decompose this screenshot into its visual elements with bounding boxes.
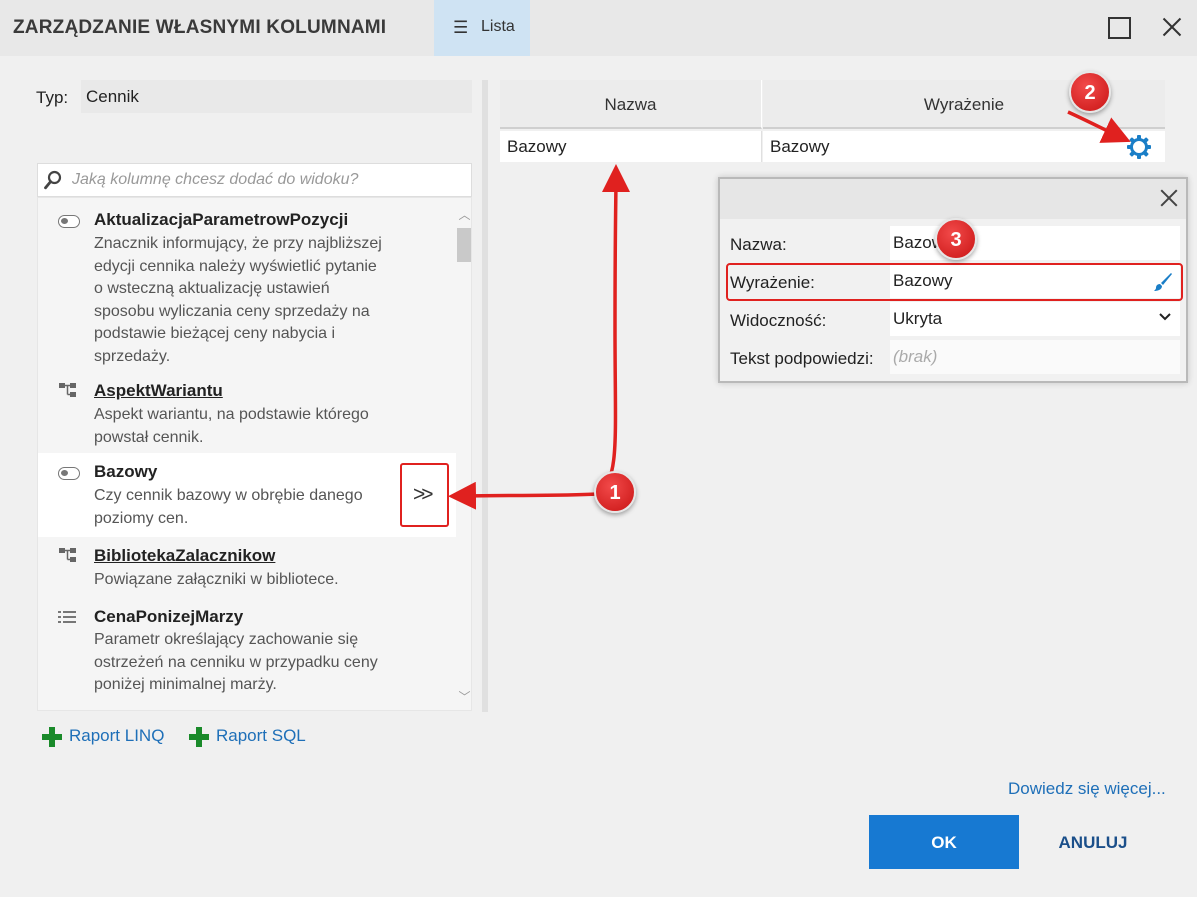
scroll-up-icon[interactable]: ︿: [457, 206, 471, 222]
chevron-down-icon[interactable]: [1158, 310, 1172, 324]
grid-cell-expression[interactable]: Bazowy: [763, 131, 1113, 162]
visibility-select[interactable]: Ukryta: [890, 302, 1180, 336]
list-item-description: powstał cennik.: [94, 428, 204, 446]
prop-label-visibility: Widoczność:: [730, 311, 827, 330]
double-chevron-right-icon: >>: [413, 483, 433, 506]
list-item-description: Aspekt wariantu, na podstawie którego: [94, 406, 369, 423]
list-item-description: o wsteczną aktualizację ustawień: [94, 280, 330, 297]
toggle-icon: [58, 215, 80, 228]
prop-label-expression: Wyrażenie:: [730, 273, 815, 292]
close-icon[interactable]: [1158, 187, 1180, 209]
expression-field[interactable]: Bazowy: [890, 264, 1180, 298]
list-item-description: Znacznik informujący, że przy najbliższe…: [94, 235, 382, 252]
selected-columns-grid: Nazwa Wyrażenie Bazowy Bazowy: [500, 80, 1165, 162]
list-item-description: Parametr określający zachowanie się: [94, 631, 359, 648]
raport-linq-label: Raport LINQ: [69, 726, 165, 745]
list-item-name: CenaPonizejMarzy: [94, 607, 244, 626]
brush-icon[interactable]: [1153, 272, 1173, 292]
list-item-description: poziomy cen.: [94, 509, 189, 527]
annotation-arrow: [597, 164, 630, 494]
list-item[interactable]: AspektWariantu Aspekt wariantu, na podst…: [38, 378, 456, 448]
add-column-button[interactable]: >>: [400, 463, 449, 527]
list-item[interactable]: BibliotekaZalacznikow Powiązane załączni…: [38, 543, 456, 593]
list-item-description: edycji cennika należy wyświetlić pytanie: [94, 257, 377, 275]
scrollbar-thumb[interactable]: [457, 228, 471, 262]
column-header-name[interactable]: Nazwa: [500, 80, 762, 129]
scroll-down-icon[interactable]: ﹀: [457, 688, 471, 704]
close-window-icon[interactable]: [1159, 14, 1185, 40]
list-item[interactable]: AktualizacjaParametrowPozycji Znacznik i…: [38, 206, 456, 371]
learn-more-link[interactable]: Dowiedz się więcej...: [1008, 779, 1166, 799]
grid-cell-name[interactable]: Bazowy: [500, 131, 762, 162]
tree-icon: [59, 548, 76, 562]
gear-icon: [1127, 135, 1151, 159]
raport-sql-label: Raport SQL: [216, 726, 306, 745]
annotation-badge: 1: [594, 471, 636, 513]
prop-label-tooltip: Tekst podpowiedzi:: [730, 349, 874, 368]
list-item-description: Czy cennik bazowy w obrębie danego: [94, 487, 363, 504]
column-settings-button[interactable]: [1113, 131, 1165, 162]
available-columns-list: AktualizacjaParametrowPozycji Znacznik i…: [37, 197, 472, 711]
plus-icon: [41, 726, 63, 748]
list-icon: [58, 611, 76, 623]
window-title: ZARZĄDZANIE WŁASNYMI KOLUMNAMI: [13, 17, 387, 38]
list-item-name: Bazowy: [94, 462, 158, 481]
plus-icon: [188, 726, 210, 748]
maximize-icon[interactable]: [1106, 14, 1132, 40]
popup-header: [720, 179, 1186, 219]
tooltip-field[interactable]: [890, 340, 1180, 374]
list-item-description: sposobu wyliczania ceny sprzedaży na: [94, 302, 370, 320]
list-item[interactable]: CenaPonizejMarzy Parametr określający za…: [38, 605, 456, 700]
cancel-button[interactable]: ANULUJ: [1043, 815, 1143, 869]
annotation-badge: 2: [1069, 71, 1111, 113]
list-item-name: AktualizacjaParametrowPozycji: [94, 210, 349, 229]
prop-label-name: Nazwa:: [730, 235, 787, 254]
list-item-description: poniżej minimalnej marży.: [94, 676, 277, 693]
list-item-name[interactable]: BibliotekaZalacznikow: [94, 546, 275, 566]
search-input[interactable]: [72, 168, 462, 192]
tree-icon: [59, 383, 76, 397]
name-field[interactable]: Bazowy: [890, 226, 1180, 260]
list-item-description: podstawie bieżącej ceny nabycia i: [94, 325, 336, 342]
type-value: Cennik: [81, 80, 472, 113]
list-item-selected[interactable]: Bazowy Czy cennik bazowy w obrębie daneg…: [38, 453, 456, 537]
toggle-icon: [58, 467, 80, 480]
list-item-description: ostrzeżeń na cenniku w przypadku ceny: [94, 653, 378, 671]
search-icon: [44, 170, 62, 190]
list-item-description: Powiązane załączniki w bibliotece.: [94, 571, 339, 588]
list-item-description: sprzedaży.: [94, 347, 171, 365]
panel-splitter[interactable]: [482, 80, 488, 712]
column-properties-popup: Nazwa: Bazowy Wyrażenie: Bazowy Widoczno…: [718, 177, 1188, 383]
tab-lista-label: Lista: [481, 18, 515, 35]
type-label: Typ:: [36, 88, 69, 107]
list-item-name[interactable]: AspektWariantu: [94, 381, 223, 401]
search-box: [37, 163, 472, 197]
tab-lista[interactable]: ☰ Lista: [434, 0, 530, 56]
hamburger-icon: ☰: [453, 18, 469, 37]
title-bar: ZARZĄDZANIE WŁASNYMI KOLUMNAMI ☰ Lista: [0, 0, 1197, 56]
ok-button[interactable]: OK: [869, 815, 1019, 869]
annotation-badge: 3: [935, 218, 977, 260]
